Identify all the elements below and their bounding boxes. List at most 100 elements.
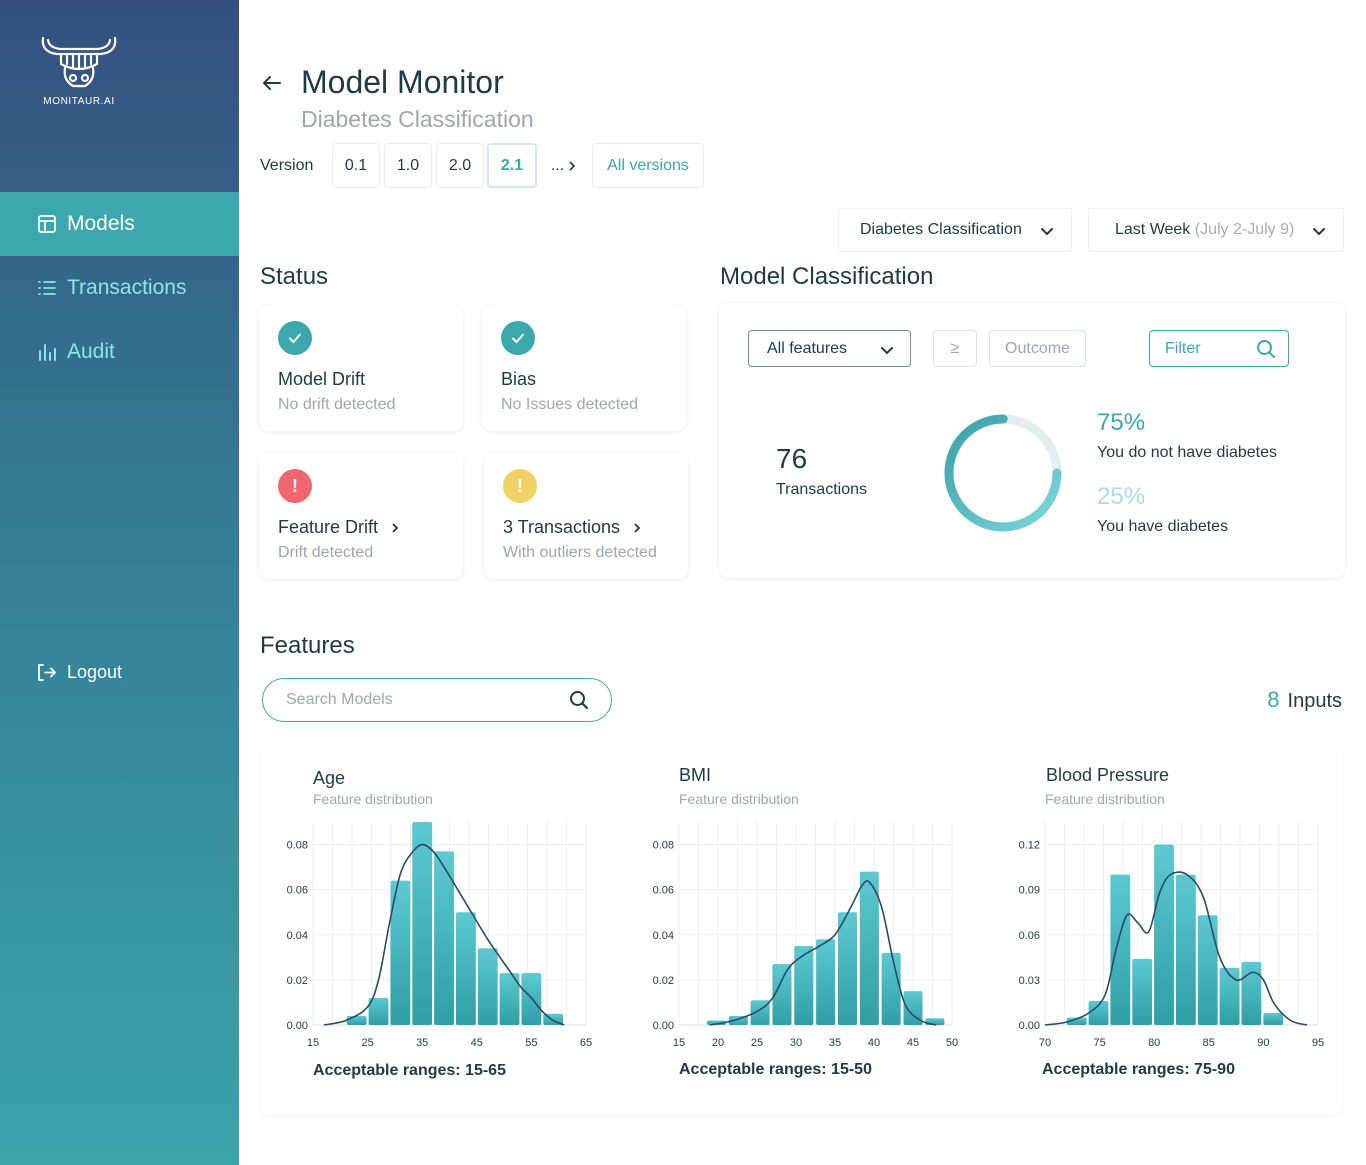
back-arrow-icon[interactable]: [261, 72, 283, 94]
feature-chart-bmi: BMI Feature distribution 0.00 0.02 0.04 0.0…: [648, 765, 968, 1095]
warning-icon: !: [503, 469, 537, 503]
search-placeholder: Search Models: [286, 691, 393, 708]
filter-input[interactable]: Filter: [1149, 330, 1289, 367]
status-card-bias[interactable]: Bias No Issues detected: [482, 305, 686, 431]
y-tick-label: 0.00: [287, 1020, 308, 1032]
logout-button[interactable]: Logout: [37, 662, 122, 683]
sidebar-item-models[interactable]: Models: [0, 192, 239, 256]
sidebar-item-audit[interactable]: Audit: [0, 320, 239, 384]
logout-icon: [37, 663, 57, 683]
status-title: Status: [260, 263, 329, 290]
chart-plot: 0.00 0.02 0.04 0.06 0.08 15 25 35 45 55 65: [287, 822, 592, 1049]
inputs-count-label: Inputs: [1287, 690, 1342, 712]
version-button-2-1[interactable]: 2.1: [487, 143, 537, 188]
x-tick-label: 80: [1148, 1037, 1160, 1049]
search-models-input[interactable]: Search Models: [262, 678, 612, 722]
status-card-transactions[interactable]: ! 3 Transactions With outliers detected: [484, 453, 688, 579]
x-tick-label: 85: [1203, 1037, 1215, 1049]
histogram-bar: [1110, 874, 1131, 1025]
histogram-bar: [1241, 961, 1262, 1025]
search-icon: [1257, 340, 1275, 358]
more-versions-button[interactable]: ...: [540, 143, 588, 188]
chevron-down-icon: [1313, 228, 1325, 236]
chevron-right-icon: [634, 522, 641, 533]
sidebar-item-label: Audit: [67, 340, 115, 363]
version-label: Version: [260, 157, 314, 174]
feature-select-value: All features: [767, 339, 848, 357]
x-tick-label: 95: [1312, 1037, 1324, 1049]
sidebar-item-label: Transactions: [67, 276, 187, 299]
status-card-title: Feature Drift: [278, 517, 379, 537]
histogram-bar: [1154, 844, 1174, 1025]
y-tick-label: 0.02: [287, 975, 308, 987]
histogram-bar: [1263, 1012, 1284, 1025]
period-select[interactable]: Last Week (July 2-July 9): [1088, 208, 1344, 252]
histogram-bar: [816, 939, 836, 1025]
period-range: (July 2-July 9): [1194, 221, 1295, 238]
histogram-bar: [859, 871, 879, 1025]
x-tick-label: 15: [307, 1037, 319, 1049]
y-tick-label: 0.04: [287, 930, 308, 942]
brand-logo[interactable]: MONITAUR.AI: [38, 34, 120, 107]
chart-plot: 0.00 0.03 0.06 0.09 0.12 70 75 80 85 90 95: [1019, 822, 1324, 1049]
y-tick-label: 0.00: [1019, 1020, 1040, 1032]
chart-range-label: Acceptable ranges: 75-90: [1042, 1061, 1235, 1078]
histogram-bar: [794, 946, 814, 1025]
y-tick-label: 0.00: [653, 1020, 674, 1032]
x-tick-label: 45: [471, 1037, 483, 1049]
version-button-2-0[interactable]: 2.0: [436, 143, 484, 188]
classification-title: Model Classification: [720, 263, 934, 290]
version-button-0-1[interactable]: 0.1: [332, 143, 380, 188]
x-tick-label: 20: [712, 1037, 724, 1049]
sidebar-item-transactions[interactable]: Transactions: [0, 256, 239, 320]
chevron-right-icon: [569, 160, 576, 171]
status-card-feature-drift[interactable]: ! Feature Drift Drift detected: [259, 453, 463, 579]
y-tick-label: 0.12: [1019, 840, 1040, 852]
x-tick-label: 25: [751, 1037, 763, 1049]
class-label-no-diabetes: You do not have diabetes: [1097, 444, 1278, 461]
status-card-desc: With outliers detected: [503, 544, 657, 561]
y-tick-label: 0.04: [653, 930, 674, 942]
histogram-bar: [477, 948, 498, 1025]
classification-panel: All features ≥ Outcome Filter 76 Transac…: [719, 303, 1345, 578]
model-select[interactable]: Diabetes Classification: [838, 208, 1072, 252]
x-tick-label: 25: [361, 1037, 373, 1049]
status-card-title: Model Drift: [278, 369, 366, 389]
model-select-value: Diabetes Classification: [860, 221, 1022, 238]
x-tick-label: 40: [868, 1037, 880, 1049]
status-card-model-drift[interactable]: Model Drift No drift detected: [259, 305, 463, 431]
x-tick-label: 65: [580, 1037, 592, 1049]
outcome-input[interactable]: Outcome: [989, 330, 1086, 367]
y-tick-label: 0.09: [1019, 885, 1040, 897]
x-tick-label: 35: [416, 1037, 428, 1049]
chart-plot: 0.00 0.02 0.04 0.06 0.08 15 20 25 30 35 40 45 50: [653, 822, 958, 1049]
transactions-count: 76: [776, 443, 808, 474]
period-label: Last Week: [1115, 221, 1191, 238]
filter-placeholder: Filter: [1165, 339, 1201, 357]
y-tick-label: 0.08: [653, 840, 674, 852]
y-tick-label: 0.06: [1019, 930, 1040, 942]
x-tick-label: 45: [907, 1037, 919, 1049]
histogram-bar: [1175, 874, 1196, 1025]
feature-select[interactable]: All features: [748, 330, 911, 367]
logout-label: Logout: [67, 662, 123, 682]
version-button-1-0[interactable]: 1.0: [384, 143, 432, 188]
all-versions-button[interactable]: All versions: [592, 143, 704, 188]
check-icon: [278, 321, 312, 355]
alert-icon: !: [278, 469, 312, 503]
layout-icon: [37, 214, 57, 234]
classification-donut: [944, 414, 1062, 532]
status-card-desc: No Issues detected: [501, 396, 638, 413]
operator-select[interactable]: ≥: [933, 330, 977, 367]
list-icon: [37, 278, 57, 298]
bull-logo-icon: [41, 36, 117, 88]
histogram-bar: [346, 1015, 367, 1025]
x-tick-label: 30: [790, 1037, 802, 1049]
histogram-bar: [881, 952, 901, 1025]
sidebar: MONITAUR.AI Models Transactions Audit Lo…: [0, 0, 239, 1165]
brand-name: MONITAUR.AI: [43, 96, 115, 107]
page-title: Model Monitor: [301, 64, 504, 100]
chart-range-label: Acceptable ranges: 15-50: [679, 1061, 872, 1078]
chevron-right-icon: [392, 522, 399, 533]
chevron-down-icon: [881, 347, 893, 355]
